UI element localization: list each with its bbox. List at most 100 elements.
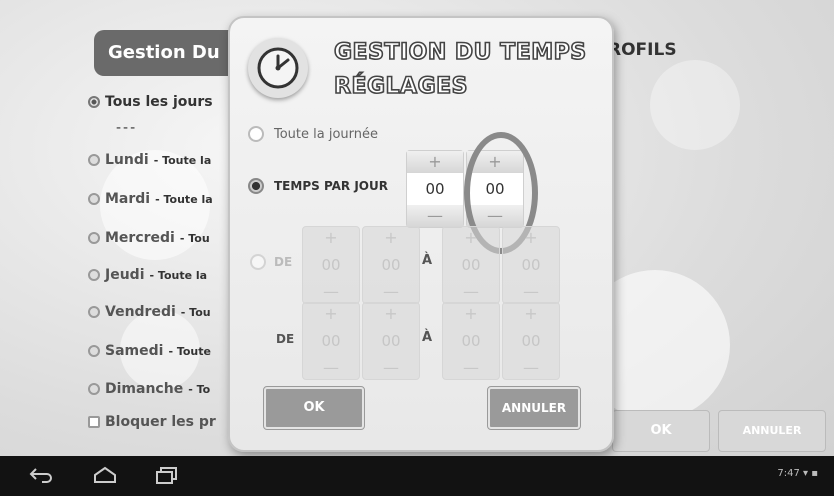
back-icon[interactable] xyxy=(28,466,54,484)
day-name: Vendredi xyxy=(105,304,176,320)
range-to-label: À xyxy=(422,253,433,268)
range-to-hours-stepper[interactable]: + 00 — xyxy=(442,226,500,304)
day-detail: - Toute xyxy=(168,344,211,358)
day-row-friday[interactable]: Vendredi - Tou xyxy=(88,304,211,320)
day-detail: - Toute la xyxy=(153,153,212,167)
range-from-minutes-stepper[interactable]: + 00 — xyxy=(362,302,420,380)
range-to-label: À xyxy=(422,330,433,345)
decrement-button[interactable]: — xyxy=(303,281,359,303)
decrement-button[interactable]: — xyxy=(443,281,499,303)
range-to-minutes-stepper[interactable]: + 00 — xyxy=(502,302,560,380)
increment-button[interactable]: + xyxy=(503,227,559,249)
hours-value: 00 xyxy=(425,180,445,198)
range-from-hours: 00 xyxy=(321,332,341,350)
block-label: Bloquer les pr xyxy=(105,414,216,430)
day-name: Samedi xyxy=(105,343,164,359)
decrement-button[interactable]: — xyxy=(443,357,499,379)
decrement-button[interactable]: — xyxy=(363,281,419,303)
range-from-hours: 00 xyxy=(321,256,341,274)
status-area: 7:47 ▾ ▪ xyxy=(777,468,818,479)
radio-icon xyxy=(88,232,100,244)
range-from-minutes-stepper[interactable]: + 00 — xyxy=(362,226,420,304)
radio-icon xyxy=(88,383,100,395)
bubble-decoration xyxy=(650,60,740,150)
decrement-button[interactable]: — xyxy=(407,205,463,227)
radio-icon xyxy=(88,96,100,108)
decrement-button[interactable]: — xyxy=(503,357,559,379)
background-cancel-button[interactable]: ANNULER xyxy=(718,410,826,452)
day-row-tuesday[interactable]: Mardi - Toute la xyxy=(88,191,213,207)
day-row-thursday[interactable]: Jeudi - Toute la xyxy=(88,267,207,283)
radio-icon xyxy=(88,193,100,205)
recent-apps-icon[interactable] xyxy=(154,466,180,484)
option-time-per-day[interactable]: TEMPS PAR JOUR xyxy=(248,178,388,194)
option-all-day-label: Toute la journée xyxy=(274,126,379,142)
increment-button[interactable]: + xyxy=(303,303,359,325)
all-days-label: Tous les jours xyxy=(105,94,213,110)
range-from-label: DE xyxy=(274,255,293,269)
radio-icon xyxy=(88,306,100,318)
day-row-saturday[interactable]: Samedi - Toute xyxy=(88,343,211,359)
clock-icon xyxy=(248,38,308,98)
day-detail: - Tou xyxy=(179,231,210,245)
separator: --- xyxy=(116,120,138,136)
dialog-ok-button[interactable]: OK xyxy=(263,386,365,430)
signal-icon: ▾ ▪ xyxy=(803,468,818,479)
range-from-label: DE xyxy=(276,332,295,346)
radio-icon[interactable] xyxy=(250,254,266,270)
increment-button[interactable]: + xyxy=(363,227,419,249)
increment-button[interactable]: + xyxy=(503,303,559,325)
increment-button[interactable]: + xyxy=(303,227,359,249)
day-row-wednesday[interactable]: Mercredi - Tou xyxy=(88,230,210,246)
day-detail: - To xyxy=(188,382,211,396)
increment-button[interactable]: + xyxy=(407,151,463,173)
day-detail: - Tou xyxy=(180,305,211,319)
checkbox-icon xyxy=(88,416,100,428)
clock-time: 7:47 xyxy=(777,468,800,479)
day-name: Jeudi xyxy=(105,267,145,283)
block-profiles-option[interactable]: Bloquer les pr xyxy=(88,414,216,430)
increment-button[interactable]: + xyxy=(443,303,499,325)
hours-stepper[interactable]: + 00 — xyxy=(406,150,464,228)
day-row-monday[interactable]: Lundi - Toute la xyxy=(88,152,211,168)
background-profiles-label: ROFILS xyxy=(608,40,677,60)
day-name: Mardi xyxy=(105,191,151,207)
radio-icon xyxy=(88,269,100,281)
radio-icon xyxy=(88,154,100,166)
radio-icon xyxy=(88,345,100,357)
dialog-title-line1: GESTION DU TEMPS xyxy=(333,39,587,66)
radio-icon xyxy=(248,126,264,142)
range-to-hours: 00 xyxy=(461,256,481,274)
dialog-title-line2: RÉGLAGES xyxy=(333,73,469,100)
decrement-button[interactable]: — xyxy=(303,357,359,379)
day-name: Mercredi xyxy=(105,230,175,246)
day-detail: - Toute la xyxy=(155,192,213,206)
background-ok-button[interactable]: OK xyxy=(612,410,710,452)
option-time-per-day-label: TEMPS PAR JOUR xyxy=(274,179,388,193)
range-to-minutes: 00 xyxy=(521,256,541,274)
range-from-minutes: 00 xyxy=(381,256,401,274)
range-to-hours-stepper[interactable]: + 00 — xyxy=(442,302,500,380)
all-days-option[interactable]: Tous les jours xyxy=(88,94,213,110)
option-all-day[interactable]: Toute la journée xyxy=(248,126,378,142)
day-name: Lundi xyxy=(105,152,149,168)
day-detail: - Toute la xyxy=(149,268,208,282)
day-row-sunday[interactable]: Dimanche - To xyxy=(88,381,210,397)
screen: Gestion Du ROFILS Tous les jours --- Lun… xyxy=(0,0,834,496)
range-from-hours-stepper[interactable]: + 00 — xyxy=(302,226,360,304)
navigation-bar: 7:47 ▾ ▪ xyxy=(0,456,834,496)
decrement-button[interactable]: — xyxy=(503,281,559,303)
home-icon[interactable] xyxy=(92,466,118,484)
increment-button[interactable]: + xyxy=(443,227,499,249)
time-settings-dialog: GESTION DU TEMPS RÉGLAGES Toute la journ… xyxy=(228,16,614,452)
increment-button[interactable]: + xyxy=(363,303,419,325)
range-from-minutes: 00 xyxy=(381,332,401,350)
range-to-minutes: 00 xyxy=(521,332,541,350)
range-to-minutes-stepper[interactable]: + 00 — xyxy=(502,226,560,304)
decrement-button[interactable]: — xyxy=(363,357,419,379)
radio-icon xyxy=(248,178,264,194)
range-to-hours: 00 xyxy=(461,332,481,350)
range-from-hours-stepper[interactable]: + 00 — xyxy=(302,302,360,380)
day-name: Dimanche xyxy=(105,381,184,397)
dialog-cancel-button[interactable]: ANNULER xyxy=(487,386,581,430)
